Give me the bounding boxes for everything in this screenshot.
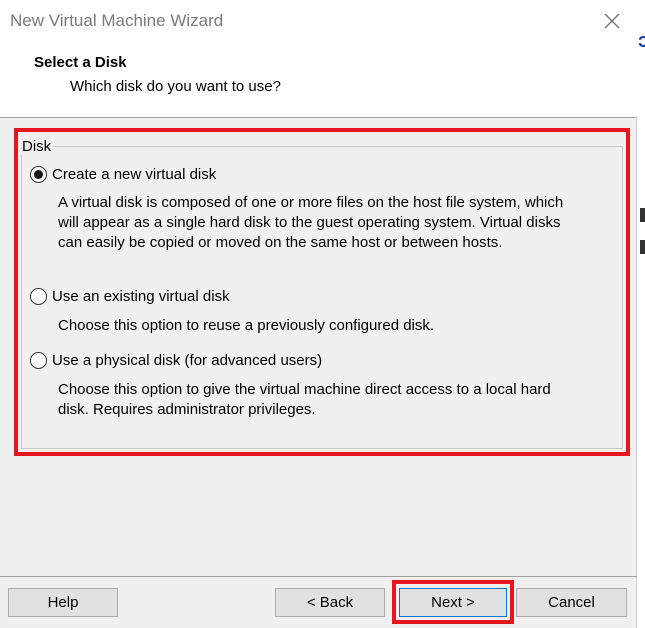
description-line: Choose this option to reuse a previously…: [58, 317, 435, 334]
background-mark: [640, 240, 645, 254]
wizard-dialog: New Virtual Machine Wizard Select a Disk…: [0, 0, 637, 628]
option-use-existing-disk[interactable]: Use an existing virtual disk: [30, 288, 230, 305]
option-label: Use a physical disk (for advanced users): [52, 352, 323, 369]
page-title: Select a Disk: [34, 54, 127, 71]
option-label: Create a new virtual disk: [52, 166, 217, 183]
option-use-physical-disk[interactable]: Use a physical disk (for advanced users): [30, 352, 322, 369]
radio-use-existing-disk[interactable]: [30, 288, 47, 305]
option-description: Choose this option to give the virtual m…: [58, 380, 618, 420]
option-label: Use an existing virtual disk: [52, 288, 230, 305]
radio-create-new-disk[interactable]: [30, 166, 47, 183]
background-mark: [640, 208, 645, 222]
back-button[interactable]: < Back: [275, 588, 385, 617]
radio-use-physical-disk[interactable]: [30, 352, 47, 369]
description-line: A virtual disk is composed of one or mor…: [58, 194, 564, 211]
next-button[interactable]: Next >: [399, 588, 507, 617]
title-bar: New Virtual Machine Wizard: [0, 0, 637, 42]
description-line: can easily be copied or moved on the sam…: [58, 234, 503, 251]
footer-divider: [0, 576, 637, 577]
close-button[interactable]: [592, 4, 632, 38]
disk-group-highlight: Disk Create a new virtual disk A virtual…: [14, 128, 630, 456]
close-icon: [604, 13, 620, 29]
cancel-button[interactable]: Cancel: [516, 588, 627, 617]
description-line: will appear as a single hard disk to the…: [58, 214, 561, 231]
option-description: Choose this option to reuse a previously…: [58, 316, 618, 336]
wizard-header: Select a Disk Which disk do you want to …: [0, 42, 637, 118]
description-line: disk. Requires administrator privileges.: [58, 401, 316, 418]
page-subtitle: Which disk do you want to use?: [70, 78, 281, 95]
window-title: New Virtual Machine Wizard: [10, 11, 224, 30]
description-line: Choose this option to give the virtual m…: [58, 381, 551, 398]
option-create-new-disk[interactable]: Create a new virtual disk: [30, 166, 216, 183]
disk-group-label: Disk: [20, 138, 54, 155]
radio-selected-dot: [34, 170, 43, 179]
help-button[interactable]: Help: [8, 588, 118, 617]
option-description: A virtual disk is composed of one or mor…: [58, 193, 618, 253]
background-logo-fragment: ɔ: [638, 30, 645, 52]
